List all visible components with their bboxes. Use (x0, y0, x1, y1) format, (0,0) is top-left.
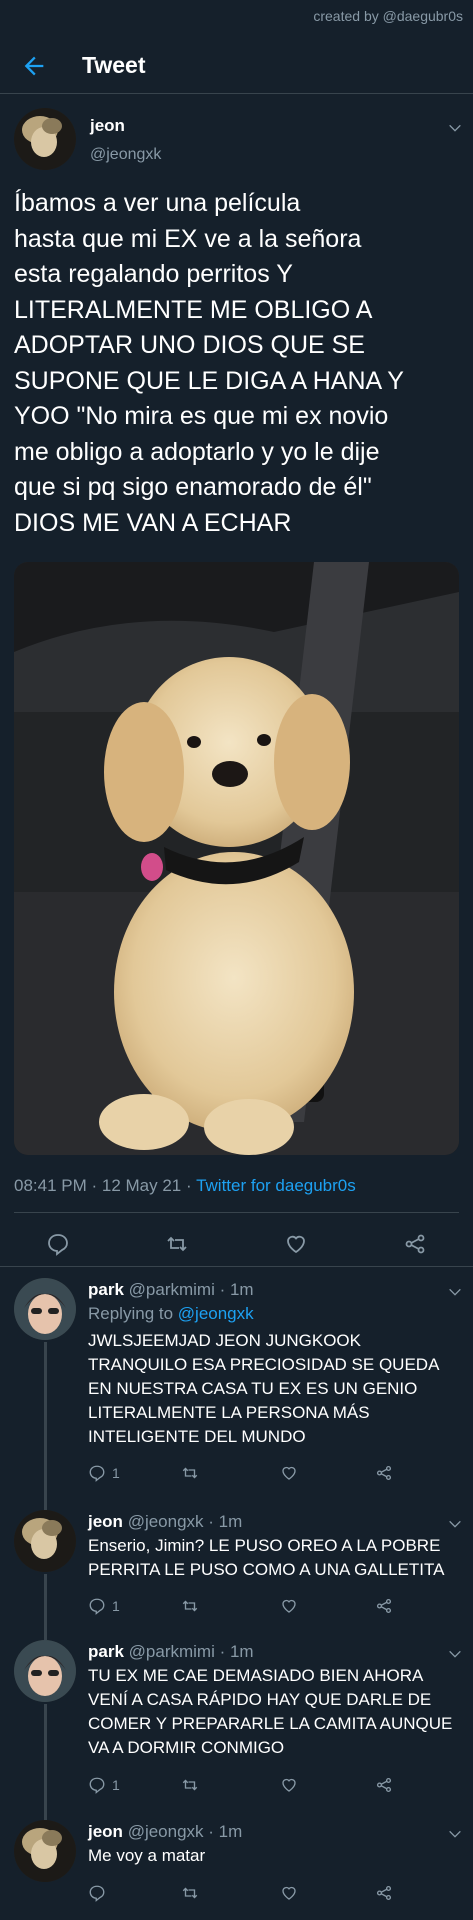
heart-icon (282, 1886, 296, 1900)
reply-actions: 1 (88, 1774, 448, 1796)
thread-line (44, 1342, 47, 1480)
reply-icon[interactable] (46, 1232, 70, 1256)
reply-icon (89, 1598, 105, 1615)
reply-tweet[interactable]: park @parkmimi · 1m Replying to @jeongxk… (0, 1270, 473, 1482)
retweet-button[interactable] (181, 1462, 199, 1484)
like-button[interactable] (280, 1595, 298, 1617)
like-button[interactable] (280, 1774, 298, 1796)
divider (14, 1212, 459, 1213)
reply-author-name[interactable]: jeon (88, 1512, 123, 1531)
reply-text: TU EX ME CAE DEMASIADO BIEN AHORA VENÍ A… (88, 1666, 453, 1757)
reply-icon (89, 1777, 105, 1794)
reply-tweet[interactable]: jeon @jeongxk · 1m Me voy a matar (0, 1802, 473, 1916)
author-handle[interactable]: @jeongxk (90, 146, 161, 164)
retweet-button[interactable] (181, 1774, 199, 1796)
reply-button[interactable]: 1 (88, 1462, 120, 1484)
reply-icon (89, 1465, 105, 1482)
share-button[interactable] (375, 1882, 393, 1904)
retweet-icon (182, 1467, 198, 1479)
reply-author-name[interactable]: jeon (88, 1822, 123, 1841)
reply-actions (88, 1882, 448, 1904)
avatar[interactable] (14, 1640, 76, 1702)
page-title: Tweet (82, 52, 146, 78)
chevron-down-icon[interactable] (447, 1826, 463, 1842)
reply-handle: @parkmimi · 1m (128, 1280, 254, 1299)
reply-actions: 1 (88, 1462, 448, 1484)
thread-line (44, 1802, 47, 1820)
reply-tweet[interactable]: jeon @jeongxk · 1m Enserio, Jimin? LE PU… (0, 1480, 473, 1622)
thread-line (44, 1480, 47, 1510)
divider (0, 1266, 473, 1267)
retweet-icon (182, 1600, 198, 1612)
heart-icon (282, 1466, 296, 1480)
reply-handle: @parkmimi · 1m (128, 1642, 254, 1661)
tweet-header: Tweet (0, 40, 473, 94)
retweet-icon (182, 1779, 198, 1791)
thread-line (44, 1574, 47, 1622)
share-button[interactable] (375, 1462, 393, 1484)
thread-line (44, 1704, 47, 1802)
avatar[interactable] (14, 1510, 76, 1572)
reply-handle: @jeongxk · 1m (127, 1512, 243, 1531)
chevron-down-icon[interactable] (447, 1646, 463, 1662)
tweet-text: Íbamos a ver una película hasta que mi E… (14, 189, 404, 537)
heart-icon (282, 1599, 296, 1613)
share-button[interactable] (375, 1595, 393, 1617)
retweet-button[interactable] (181, 1595, 199, 1617)
timestamp: 08:41 PM · 12 May 21 · (14, 1176, 197, 1195)
reply-text: Enserio, Jimin? LE PUSO OREO A LA POBRE … (88, 1536, 445, 1579)
chevron-down-icon[interactable] (447, 120, 463, 136)
like-button[interactable] (280, 1462, 298, 1484)
reply-handle: @jeongxk · 1m (127, 1822, 243, 1841)
share-icon (376, 1885, 392, 1901)
thread-line (44, 1622, 47, 1640)
mention-link[interactable]: @jeongxk (178, 1304, 254, 1323)
like-button[interactable] (280, 1882, 298, 1904)
tweet-photo[interactable] (14, 562, 459, 1155)
share-icon (376, 1777, 392, 1793)
chevron-down-icon[interactable] (447, 1516, 463, 1532)
reply-button[interactable]: 1 (88, 1774, 120, 1796)
retweet-icon[interactable] (165, 1232, 189, 1256)
reply-icon (89, 1885, 105, 1902)
share-icon[interactable] (403, 1232, 427, 1256)
reply-actions: 1 (88, 1595, 448, 1617)
retweet-icon (182, 1887, 198, 1899)
reply-text: Me voy a matar (88, 1846, 206, 1865)
retweet-button[interactable] (181, 1882, 199, 1904)
reply-button[interactable] (88, 1882, 112, 1904)
reply-author-name[interactable]: park (88, 1280, 124, 1299)
reply-author-name[interactable]: park (88, 1642, 124, 1661)
arrow-left-icon[interactable] (20, 52, 48, 80)
avatar[interactable] (14, 1820, 76, 1882)
source-link[interactable]: Twitter for daegubr0s (196, 1176, 356, 1195)
replying-to: Replying to @jeongxk (88, 1304, 254, 1323)
tweet-meta: 08:41 PM · 12 May 21 · Twitter for daegu… (14, 1176, 356, 1196)
watermark: created by @daegubr0s (313, 8, 463, 24)
heart-icon[interactable] (284, 1232, 308, 1256)
avatar[interactable] (14, 1278, 76, 1340)
reply-tweet[interactable]: park @parkmimi · 1m TU EX ME CAE DEMASIA… (0, 1622, 473, 1802)
share-icon (376, 1598, 392, 1614)
share-icon (376, 1465, 392, 1481)
chevron-down-icon[interactable] (447, 1284, 463, 1300)
avatar[interactable] (14, 108, 76, 170)
tweet-actions (0, 1222, 473, 1266)
heart-icon (282, 1778, 296, 1792)
reply-button[interactable]: 1 (88, 1595, 120, 1617)
reply-text: JWLSJEEMJAD JEON JUNGKOOK TRANQUILO ESA … (88, 1331, 439, 1446)
share-button[interactable] (375, 1774, 393, 1796)
author-name[interactable]: jeon (90, 116, 125, 136)
